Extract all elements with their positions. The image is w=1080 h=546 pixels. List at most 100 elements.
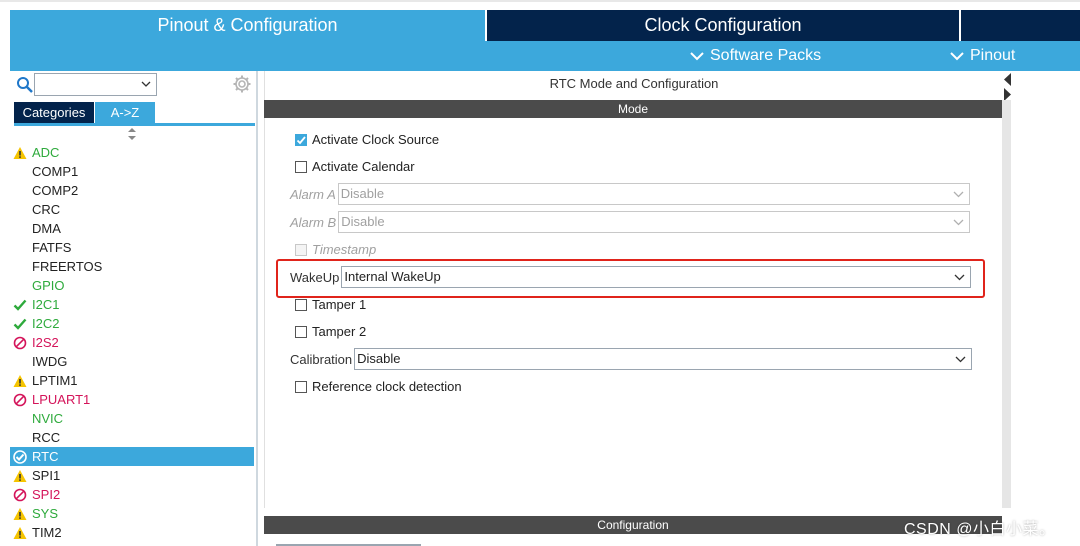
peripheral-item-nvic[interactable]: NVIC [10,409,254,428]
peripheral-label: ADC [32,145,60,160]
calibration-row: Calibration Disable [290,348,973,370]
search-icon[interactable] [16,76,34,94]
peripheral-label: NVIC [32,411,64,426]
panel-title: RTC Mode and Configuration [549,76,719,91]
alarm-a-row: Alarm A Disable [290,183,970,205]
checkbox-checked[interactable] [295,133,307,146]
peripheral-label: LPUART1 [32,392,91,407]
software-packs-menu[interactable]: Software Packs [690,47,821,65]
peripheral-label: FATFS [32,240,72,255]
chevron-down-icon [953,219,964,226]
peripheral-item-comp2[interactable]: COMP2 [10,181,254,200]
warning-icon [13,508,27,520]
collapse-arrow-icon[interactable] [1003,72,1011,102]
peripheral-label: GPIO [32,278,65,293]
check-icon [13,318,27,330]
peripheral-item-i2c1[interactable]: I2C1 [10,295,254,314]
mode-section-header: Mode [264,100,1002,118]
tamper2-label: Tamper 2 [312,324,367,339]
checkbox-unchecked[interactable] [295,160,307,173]
peripheral-item-tim2[interactable]: TIM2 [10,523,254,542]
timestamp-row: Timestamp [295,242,376,257]
tab-overflow[interactable] [961,10,1080,41]
wakeup-select[interactable]: Internal WakeUp [341,266,972,288]
peripheral-label: SPI1 [32,468,61,483]
alarm-a-select[interactable]: Disable [337,183,970,205]
checkbox-unchecked[interactable] [295,325,307,338]
peripheral-item-lpuart1[interactable]: LPUART1 [10,390,254,409]
pinout-menu-label: Pinout [970,47,1016,64]
reference-clock-row[interactable]: Reference clock detection [295,379,462,394]
warning-icon [13,470,27,482]
tamper1-row[interactable]: Tamper 1 [295,297,366,312]
peripheral-label: I2C2 [32,316,60,331]
peripheral-label: SYS [32,506,59,521]
alarm-b-row: Alarm B Disable [290,211,971,233]
warning-icon [13,375,27,387]
tab-pinout-configuration[interactable]: Pinout & Configuration [10,10,485,41]
sub-toolbar: Software Packs Pinout [10,41,1080,71]
check-circle-icon [13,450,27,464]
blocked-icon [13,393,27,407]
wakeup-value: Internal WakeUp [344,269,441,284]
peripheral-label: CRC [32,202,61,217]
warning-icon [13,147,27,159]
peripheral-item-gpio[interactable]: GPIO [10,276,254,295]
chevron-down-icon [954,274,965,281]
blocked-icon [13,488,27,502]
checkbox-unchecked[interactable] [295,298,307,311]
peripheral-item-iwdg[interactable]: IWDG [10,352,254,371]
peripheral-label: FREERTOS [32,259,103,274]
activate-clock-source-row[interactable]: Activate Clock Source [295,132,439,147]
pinout-menu[interactable]: Pinout [950,47,1015,65]
chevron-down-icon [953,191,964,198]
alarm-a-value: Disable [340,186,385,201]
panel-splitter[interactable] [1002,100,1011,508]
watermark: CSDN @小白小菜。 [904,521,1056,538]
activate-calendar-row[interactable]: Activate Calendar [295,159,415,174]
activate-clock-source-label: Activate Clock Source [312,132,440,147]
tamper1-label: Tamper 1 [312,297,367,312]
calibration-select[interactable]: Disable [354,348,973,370]
peripheral-item-spi2[interactable]: SPI2 [10,485,254,504]
peripheral-item-crc[interactable]: CRC [10,200,254,219]
peripheral-item-lptim1[interactable]: LPTIM1 [10,371,254,390]
software-packs-label: Software Packs [710,47,822,64]
activate-calendar-label: Activate Calendar [312,159,415,174]
peripheral-item-i2s2[interactable]: I2S2 [10,333,254,352]
peripheral-label: I2S2 [32,335,59,350]
peripheral-item-freertos[interactable]: FREERTOS [10,257,254,276]
az-sort-button[interactable]: A->Z [95,102,155,123]
tamper2-row[interactable]: Tamper 2 [295,324,366,339]
tab-clock-configuration[interactable]: Clock Configuration [487,10,959,41]
peripheral-item-i2c2[interactable]: I2C2 [10,314,254,333]
check-icon [13,299,27,311]
top-border [0,0,1080,2]
checkmark-icon [296,135,306,144]
peripheral-item-rtc[interactable]: RTC [10,447,254,466]
chevron-down-icon [690,52,704,61]
peripheral-label: COMP1 [32,164,79,179]
search-input[interactable] [34,73,157,96]
peripheral-item-comp1[interactable]: COMP1 [10,162,254,181]
peripheral-label: TIM2 [32,525,62,540]
gear-icon[interactable] [233,75,251,93]
alarm-b-select[interactable]: Disable [338,211,971,233]
peripheral-item-fatfs[interactable]: FATFS [10,238,254,257]
sort-arrows-icon[interactable] [127,127,137,141]
peripheral-item-adc[interactable]: ADC [10,143,254,162]
peripheral-label: I2C1 [32,297,60,312]
checkbox-disabled [295,243,307,256]
categories-button[interactable]: Categories [14,102,94,123]
peripheral-list: ADC COMP1 COMP2 CRC DMA FATFS FREERTOS GPIO I2C1… [10,143,255,542]
peripheral-item-dma[interactable]: DMA [10,219,254,238]
timestamp-label: Timestamp [312,242,377,257]
alarm-b-value: Disable [341,214,385,229]
configuration-section-header: Configuration [264,516,1002,534]
peripheral-item-spi1[interactable]: SPI1 [10,466,254,485]
calibration-value: Disable [357,351,401,366]
peripheral-item-sys[interactable]: SYS [10,504,254,523]
peripheral-item-rcc[interactable]: RCC [10,428,254,447]
peripheral-label: LPTIM1 [32,373,78,388]
checkbox-unchecked[interactable] [295,380,307,393]
